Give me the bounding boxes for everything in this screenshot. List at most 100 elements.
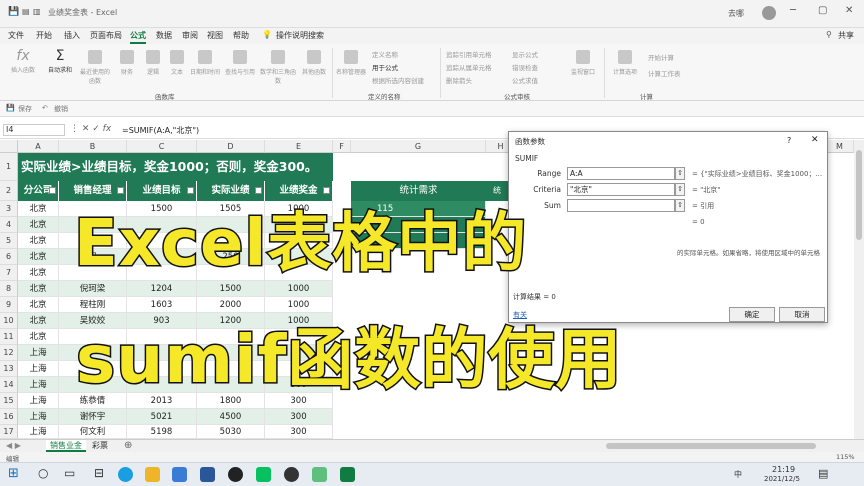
row-header[interactable]: 9 xyxy=(0,297,18,313)
minimize-button[interactable]: ─ xyxy=(790,5,796,16)
row-header[interactable]: 12 xyxy=(0,345,18,361)
row-header[interactable]: 8 xyxy=(0,281,18,297)
row-header[interactable]: 4 xyxy=(0,217,18,233)
explorer-icon[interactable] xyxy=(145,467,160,482)
save-icon[interactable]: 💾 xyxy=(6,104,15,112)
file-icon[interactable]: ▤ xyxy=(22,7,30,16)
zoom-level[interactable]: 115% xyxy=(836,453,855,461)
use-in-formula-button[interactable]: 用于公式 xyxy=(372,62,398,72)
qq-icon[interactable] xyxy=(228,467,243,482)
restore-button[interactable]: ▢ xyxy=(818,5,827,16)
search-icon[interactable]: ○ xyxy=(38,466,48,480)
menu-data[interactable]: 数据 xyxy=(156,30,172,41)
menu-formulas[interactable]: 公式 xyxy=(130,30,146,44)
vertical-scrollbar[interactable] xyxy=(854,140,864,440)
calc-now-button[interactable]: 开始计算 xyxy=(648,52,674,62)
name-manager-button[interactable]: 名称管理器 xyxy=(336,48,366,90)
windows-start-icon[interactable]: ⊞ xyxy=(8,466,19,481)
name-box[interactable]: I4 xyxy=(3,124,65,136)
table-cell[interactable]: 北京 xyxy=(18,329,59,345)
col-header-g[interactable]: G xyxy=(351,140,486,153)
wechat-icon[interactable] xyxy=(256,467,271,482)
table-cell[interactable]: 5198 xyxy=(127,425,197,439)
table-cell[interactable]: 300 xyxy=(265,425,333,439)
table-cell[interactable]: 上海 xyxy=(18,377,59,393)
table-cell[interactable]: 北京 xyxy=(18,313,59,329)
add-sheet-button[interactable]: ⊕ xyxy=(124,440,132,451)
merged-title-cell[interactable]: 实际业绩>业绩目标，奖金1000；否则，奖金300。 xyxy=(18,153,333,181)
insert-function-button[interactable]: fx 插入函数 xyxy=(8,48,38,90)
trace-dependents-button[interactable]: 追踪从属单元格 xyxy=(446,62,492,72)
table-cell[interactable]: 上海 xyxy=(18,393,59,409)
widgets-icon[interactable]: ⊟ xyxy=(94,466,104,480)
horizontal-scrollbar[interactable] xyxy=(606,443,816,449)
math-button[interactable]: 数学和三角函数 xyxy=(260,48,296,90)
qa-undo-label[interactable]: 撤销 xyxy=(54,104,68,114)
create-from-selection-button[interactable]: 根据所选内容创建 xyxy=(372,75,424,85)
trace-precedents-button[interactable]: 追踪引用单元格 xyxy=(446,49,492,59)
table-cell[interactable]: 300 xyxy=(265,409,333,425)
row-header[interactable]: 5 xyxy=(0,233,18,249)
menu-file[interactable]: 文件 xyxy=(8,30,24,41)
autosum-button[interactable]: Σ 自动求和 xyxy=(45,48,75,90)
recent-functions-button[interactable]: 最近使用的函数 xyxy=(78,48,112,90)
excel-icon[interactable] xyxy=(340,467,355,482)
row-header[interactable]: 6 xyxy=(0,249,18,265)
sum-range-picker-icon[interactable]: ⇧ xyxy=(675,199,685,212)
sum-range-input[interactable] xyxy=(567,199,675,212)
col-header-e[interactable]: E xyxy=(265,140,333,153)
remove-arrows-button[interactable]: 删除箭头 xyxy=(446,75,472,85)
range-input[interactable]: A:A xyxy=(567,167,675,180)
table-cell[interactable]: 4500 xyxy=(197,409,265,425)
col-header-d[interactable]: D xyxy=(197,140,265,153)
table-cell[interactable]: 北京 xyxy=(18,249,59,265)
col-header-f[interactable]: F xyxy=(333,140,351,153)
row-header[interactable]: 15 xyxy=(0,393,18,409)
table-cell[interactable]: 北京 xyxy=(18,233,59,249)
header-branch[interactable]: 分公司 xyxy=(18,181,59,201)
criteria-input[interactable]: "北京" xyxy=(567,183,675,196)
criteria-picker-icon[interactable]: ⇧ xyxy=(675,183,685,196)
formula-input[interactable]: =SUMIF(A:A,"北京") xyxy=(122,125,199,136)
formula-bar-icons[interactable]: ⋮ ✕ ✓ fx xyxy=(70,124,111,134)
tab-nav-icon[interactable]: ◀ ▶ xyxy=(6,441,21,450)
lookup-button[interactable]: 查找与引用 xyxy=(222,48,258,90)
calc-sheet-button[interactable]: 计算工作表 xyxy=(648,68,681,78)
menu-page-layout[interactable]: 页面布局 xyxy=(90,30,122,41)
undo-icon[interactable]: ↶ xyxy=(42,104,48,112)
ok-button[interactable]: 确定 xyxy=(729,307,775,322)
watch-window-button[interactable]: 监视窗口 xyxy=(566,48,600,90)
row-header[interactable]: 11 xyxy=(0,329,18,345)
table-cell[interactable]: 北京 xyxy=(18,297,59,313)
notification-icon[interactable]: ▤ xyxy=(818,467,828,480)
app-icon[interactable] xyxy=(284,467,299,482)
row-header[interactable]: 1 xyxy=(0,153,18,181)
menu-help[interactable]: 帮助 xyxy=(233,30,249,41)
table-cell[interactable]: 谢怀宇 xyxy=(59,409,127,425)
table-cell[interactable]: 北京 xyxy=(18,217,59,233)
tell-me-search[interactable]: 操作说明搜索 xyxy=(276,30,324,41)
row-header[interactable]: 3 xyxy=(0,201,18,217)
evaluate-formula-button[interactable]: 公式求值 xyxy=(512,75,538,85)
col-header-c[interactable]: C xyxy=(127,140,197,153)
row-header[interactable]: 16 xyxy=(0,409,18,425)
table-cell[interactable]: 上海 xyxy=(18,409,59,425)
more-functions-button[interactable]: 其他函数 xyxy=(298,48,330,90)
scroll-thumb[interactable] xyxy=(856,150,862,240)
menu-insert[interactable]: 插入 xyxy=(64,30,80,41)
row-header[interactable]: 2 xyxy=(0,181,18,201)
ime-indicator[interactable]: 中 xyxy=(734,469,742,480)
table-cell[interactable]: 何文利 xyxy=(59,425,127,439)
error-checking-button[interactable]: 错误检查 xyxy=(512,62,538,72)
app-icon[interactable]: ▥ xyxy=(33,7,41,16)
cancel-button[interactable]: 取消 xyxy=(779,307,825,322)
autosave-icon[interactable]: 💾 xyxy=(8,7,19,17)
menu-view[interactable]: 视图 xyxy=(207,30,223,41)
row-header[interactable]: 17 xyxy=(0,425,18,439)
show-formulas-button[interactable]: 显示公式 xyxy=(512,49,538,59)
word-icon[interactable] xyxy=(200,467,215,482)
table-cell[interactable]: 北京 xyxy=(18,201,59,217)
dialog-close-button[interactable]: ✕ xyxy=(811,135,819,145)
col-header-a[interactable]: A xyxy=(18,140,59,153)
table-cell[interactable]: 上海 xyxy=(18,361,59,377)
